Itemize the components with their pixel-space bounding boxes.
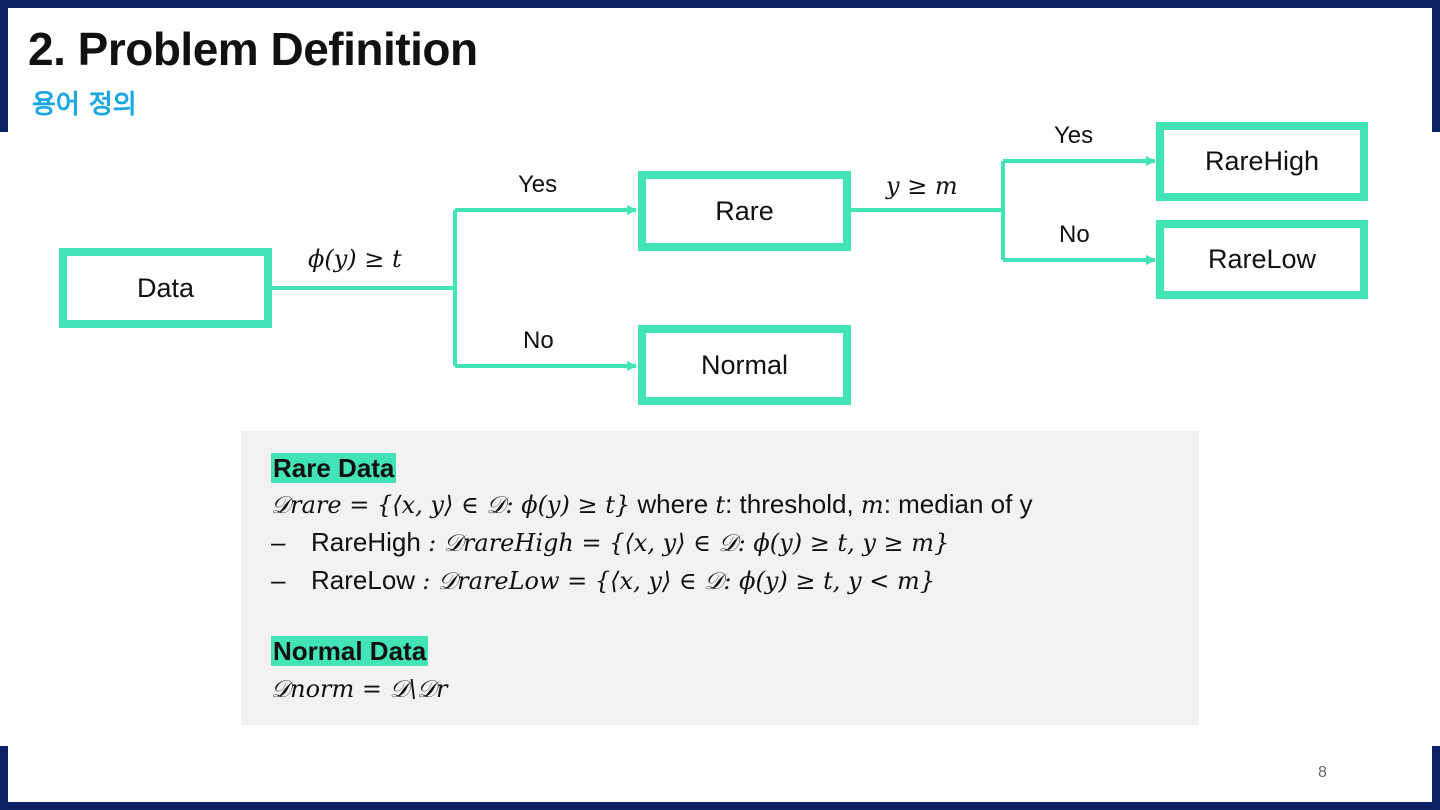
threshold-description: : threshold,	[725, 489, 861, 519]
frame-right-bottom	[1432, 746, 1440, 810]
page-number: 8	[1318, 764, 1327, 781]
rarelow-formula: : 𝒟rareLow = {⟨x, y⟩ ∈ 𝒟: ϕ(y) ≥ t, y < …	[422, 567, 936, 595]
definitions-panel: Rare Data 𝒟rare = {⟨x, y⟩ ∈ 𝒟: ϕ(y) ≥ t}…	[241, 431, 1199, 725]
frame-left-bottom	[0, 746, 8, 810]
rarelow-label: RareLow	[311, 565, 423, 595]
median-description: : median of y	[883, 489, 1033, 519]
rare-data-definition: 𝒟rare = {⟨x, y⟩ ∈ 𝒟: ϕ(y) ≥ t} where t: …	[271, 489, 1033, 520]
rare-data-heading-line: Rare Data	[271, 453, 397, 484]
frame-bottom-bar	[0, 802, 1440, 810]
edge-label-no-low: No	[1059, 221, 1090, 248]
edge-label-high-condition: y ≥ m	[886, 172, 958, 200]
node-data: Data	[59, 248, 272, 328]
edge-label-no-normal: No	[523, 327, 554, 354]
rarehigh-definition: – RareHigh : 𝒟rareHigh = {⟨x, y⟩ ∈ 𝒟: ϕ(y…	[271, 527, 949, 558]
decision-tree-diagram: Data Rare Normal RareHigh RareLow ϕ(y) ≥…	[0, 0, 1440, 420]
node-normal: Normal	[638, 325, 851, 405]
normal-data-formula: 𝒟norm = 𝒟\𝒟r	[271, 675, 448, 703]
edge-label-yes-rare: Yes	[518, 171, 558, 198]
edge-label-rare-condition: ϕ(y) ≥ t	[308, 245, 402, 273]
normal-data-heading-line: Normal Data	[271, 636, 429, 667]
node-rare: Rare	[638, 171, 851, 251]
normal-data-definition: 𝒟norm = 𝒟\𝒟r	[271, 673, 448, 704]
rare-data-heading: Rare Data	[271, 453, 397, 483]
node-rarelow: RareLow	[1156, 220, 1368, 299]
rarelow-definition: – RareLow : 𝒟rareLow = {⟨x, y⟩ ∈ 𝒟: ϕ(y) …	[271, 565, 935, 596]
rare-where-text: where	[630, 489, 716, 519]
normal-data-heading: Normal Data	[271, 636, 429, 666]
rarehigh-dash: –	[271, 527, 286, 557]
median-symbol: m	[860, 491, 884, 519]
rarehigh-formula: : 𝒟rareHigh = {⟨x, y⟩ ∈ 𝒟: ϕ(y) ≥ t, y ≥…	[428, 529, 950, 557]
threshold-symbol: t	[715, 491, 726, 519]
node-rarehigh: RareHigh	[1156, 122, 1368, 201]
rarehigh-label: RareHigh	[311, 527, 429, 557]
rare-data-formula: 𝒟rare = {⟨x, y⟩ ∈ 𝒟: ϕ(y) ≥ t}	[271, 491, 631, 519]
edge-label-yes-high: Yes	[1054, 122, 1094, 149]
rarelow-dash: –	[271, 565, 286, 595]
